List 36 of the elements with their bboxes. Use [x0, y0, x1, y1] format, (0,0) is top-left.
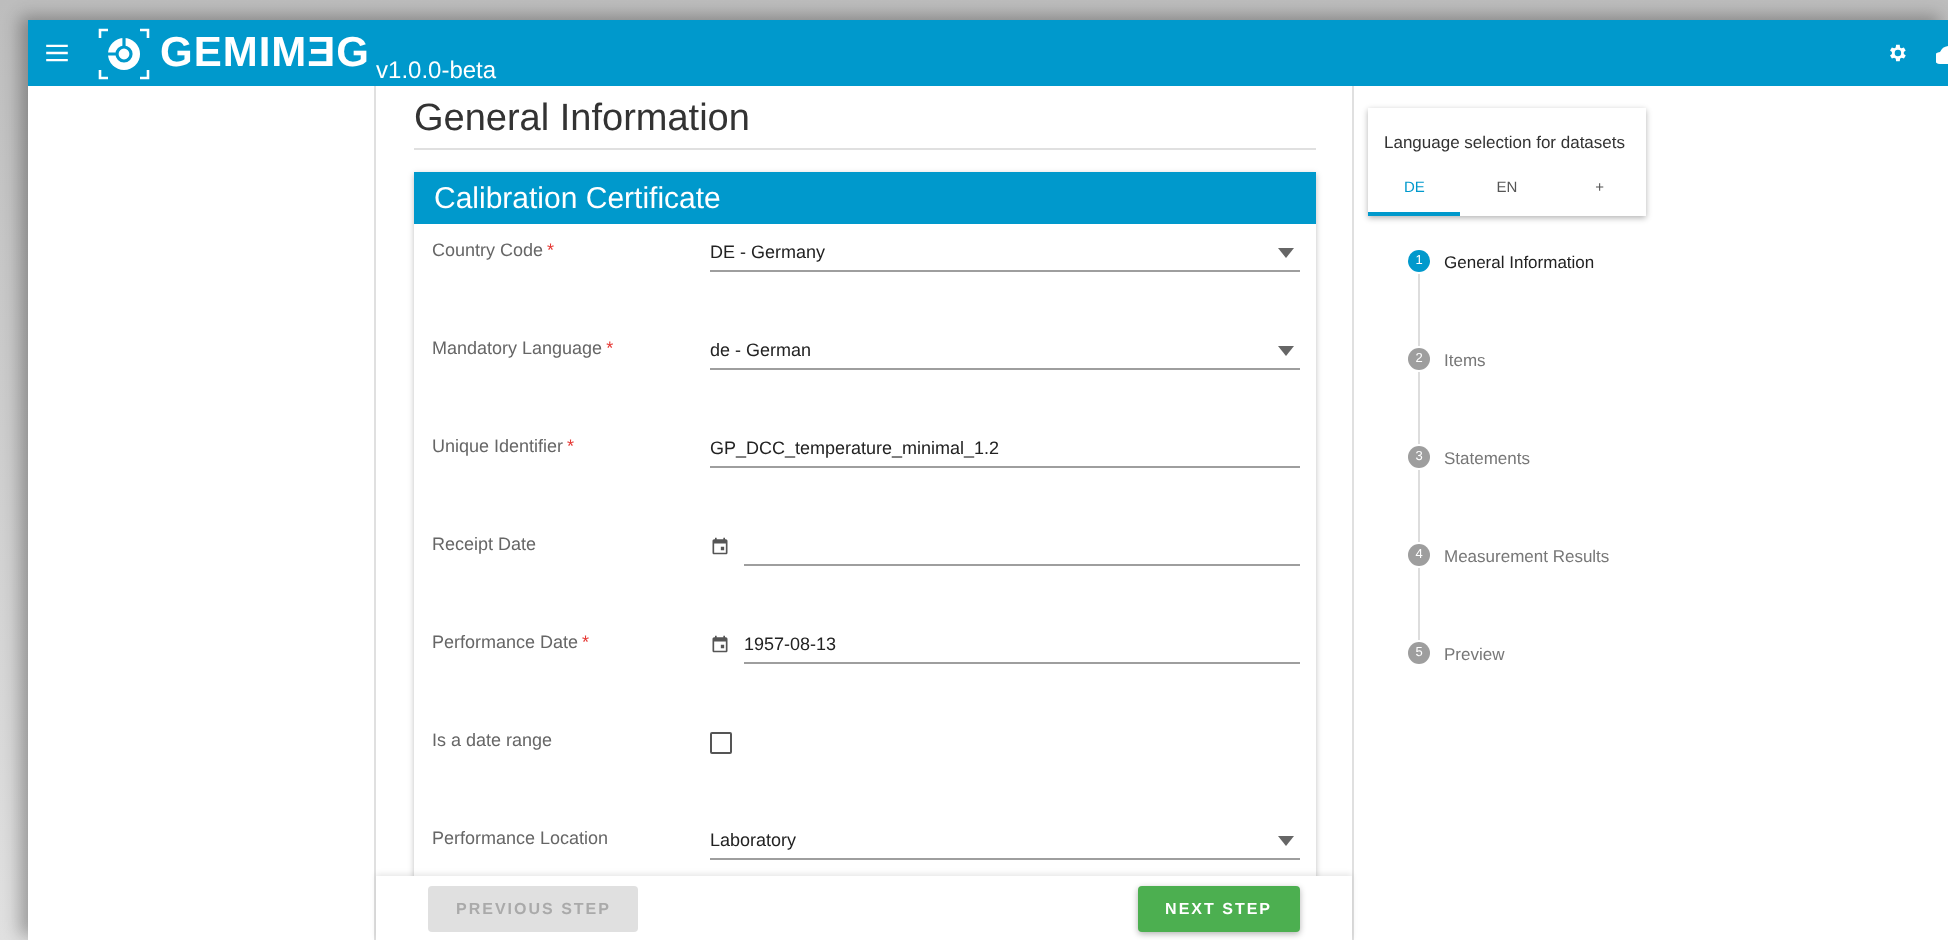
logo-text: GEMIMƎG	[160, 29, 371, 77]
date-field[interactable]: 1957-08-13	[744, 626, 1300, 664]
required-mark: *	[606, 338, 614, 358]
calendar-icon[interactable]	[710, 536, 730, 556]
dropdown-caret-icon[interactable]	[1278, 345, 1294, 355]
required-mark: *	[582, 632, 590, 652]
page-title: General Information	[414, 98, 1316, 150]
dropdown-caret-icon[interactable]	[1278, 247, 1294, 257]
field-label: Receipt Date	[432, 534, 537, 554]
select-field[interactable]: DE - Germany	[710, 234, 1300, 272]
step-label[interactable]: General Information	[1444, 251, 1595, 271]
dropdown-caret-icon[interactable]	[1278, 835, 1294, 845]
logo-icon	[96, 25, 152, 81]
settings-icon[interactable]	[1886, 42, 1908, 64]
language-title: Language selection for datasets	[1382, 130, 1628, 156]
step-label[interactable]: Statements	[1444, 447, 1530, 467]
input-field[interactable]: GP_DCC_temperature_minimal_1.2	[710, 430, 1300, 468]
select-field[interactable]: de - German	[710, 332, 1300, 370]
field-label: Mandatory Language	[432, 338, 603, 358]
version-label: v1.0.0-beta	[376, 56, 497, 84]
field-label: Is a date range	[432, 730, 553, 750]
field-label: Country Code	[432, 240, 544, 260]
field-label: Performance Date	[432, 632, 579, 652]
next-step-button[interactable]: NEXT STEP	[1137, 885, 1300, 931]
step-label[interactable]: Items	[1444, 349, 1486, 369]
field-label: Performance Location	[432, 828, 609, 848]
required-mark: *	[547, 240, 555, 260]
step-label[interactable]: Preview	[1444, 643, 1505, 663]
cloud-icon[interactable]	[1936, 43, 1948, 63]
field-label: Unique Identifier	[432, 436, 564, 456]
calendar-icon[interactable]	[710, 634, 730, 654]
step-label[interactable]: Measurement Results	[1444, 545, 1610, 565]
checkbox[interactable]	[710, 732, 732, 754]
select-field[interactable]: Laboratory	[710, 822, 1300, 860]
required-mark: *	[567, 436, 575, 456]
card-title: Calibration Certificate	[414, 172, 1316, 224]
